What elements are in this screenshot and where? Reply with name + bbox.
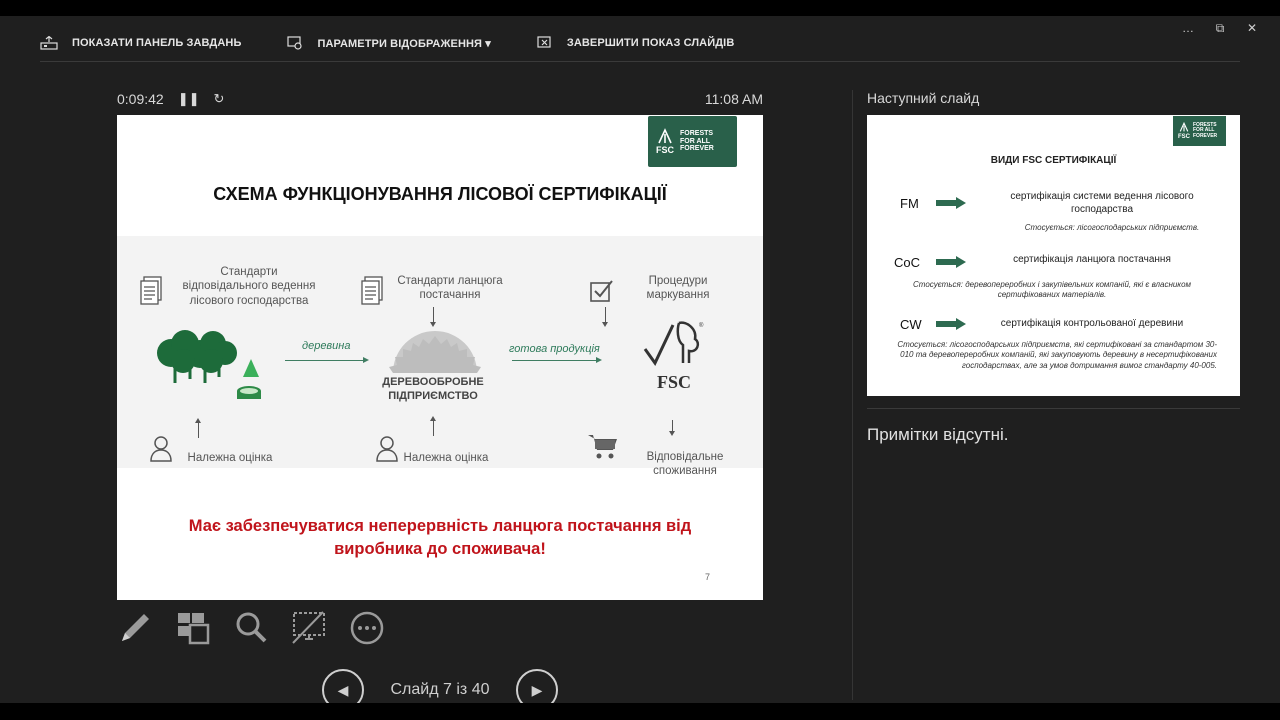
- slide-counter: Слайд 7 із 40: [390, 681, 490, 698]
- cw-arrow-icon: [936, 318, 966, 330]
- arrow2-label: готова продукція: [509, 343, 600, 355]
- certification-diagram: Стандарти відповідального ведення лісово…: [117, 236, 763, 477]
- fm-text: сертифікація системи ведення лісового го…: [1010, 191, 1194, 215]
- panel-divider: [852, 90, 853, 700]
- show-taskbar-label: ПОКАЗАТИ ПАНЕЛЬ ЗАВДАНЬ: [72, 37, 242, 49]
- person-icon: [150, 436, 172, 462]
- fsc-logo: FSC FORESTS FOR ALL FOREVER: [648, 116, 737, 167]
- slide-title: СХЕМА ФУНКЦІОНУВАННЯ ЛІСОВОЇ СЕРТИФІКАЦІ…: [213, 184, 667, 204]
- display-settings-button[interactable]: ПАРАМЕТРИ ВІДОБРАЖЕННЯ ▾: [287, 36, 491, 50]
- logo-word-3: FOREVER: [680, 145, 714, 153]
- display-settings-icon: [287, 36, 303, 50]
- next-fsc-logo-words: FORESTS FOR ALL FOREVER: [1193, 122, 1218, 139]
- document-icon-2: [361, 276, 383, 305]
- notes-divider: [867, 408, 1240, 409]
- down-arrow-1: [430, 307, 436, 327]
- elapsed-timer: 0:09:42: [117, 91, 164, 107]
- clock: 11:08 AM: [704, 91, 763, 107]
- toolbar-divider: [40, 61, 1240, 62]
- logo-word-1: FORESTS: [680, 130, 714, 138]
- presenter-tools: [117, 610, 407, 646]
- shopping-cart-icon: [588, 435, 617, 459]
- arrow1-label: деревина: [302, 340, 351, 352]
- cw-text: сертифікація контрольованої деревини: [1000, 318, 1184, 329]
- next-slide-heading: Наступний слайд: [867, 90, 980, 106]
- person-icon-2: [376, 436, 398, 462]
- fsc-logo-words: FORESTS FOR ALL FOREVER: [680, 130, 714, 152]
- pen-icon[interactable]: [117, 610, 153, 646]
- svg-text:®: ®: [699, 322, 704, 329]
- evaluation-1: Належна оцінка: [187, 452, 273, 464]
- next-fsc-logo-mark: FSC: [1178, 134, 1190, 140]
- coc-note: Стосується: деревопереробних і закупівел…: [912, 280, 1192, 300]
- up-arrow-1: [195, 418, 201, 438]
- reset-icon[interactable]: ↻: [214, 91, 225, 107]
- bottom-black-bar: [0, 703, 1280, 720]
- next-slide-title: ВИДИ FSC СЕРТИФІКАЦІЇ: [990, 155, 1117, 166]
- black-screen-icon[interactable]: [291, 610, 327, 646]
- fsc-logo-mark: FSC: [656, 145, 674, 155]
- speaker-notes: Примітки відсутні.: [867, 425, 1009, 444]
- logo-word-2: FOR ALL: [680, 137, 711, 145]
- presenter-toolbar: ПОКАЗАТИ ПАНЕЛЬ ЗАВДАНЬ ПАРАМЕТРИ ВІДОБР…: [40, 30, 780, 56]
- coc-text: сертифікація ланцюга постачання: [1013, 254, 1171, 265]
- checkbox-icon: [590, 280, 613, 302]
- next-arrow-icon: ▶: [531, 681, 543, 698]
- col2-standards: Стандарти ланцюга постачання: [397, 275, 503, 302]
- document-icon: [140, 276, 162, 305]
- top-black-bar: [0, 0, 1280, 16]
- up-arrow-2: [430, 416, 436, 436]
- next-logo-word-3: FOREVER: [1193, 132, 1218, 139]
- col3-procedures: Процедури маркування: [646, 275, 710, 302]
- enterprise-label: ДЕРЕВООБРОБНЕ ПІДПРИЄМСТВО: [382, 376, 484, 402]
- fsc-tree-mark: FSC: [656, 128, 674, 155]
- restore-button[interactable]: ⧉: [1204, 18, 1236, 38]
- conclusion-line-1: Має забезпечуватися неперервність ланцюг…: [188, 517, 692, 535]
- slide-number: 7: [705, 572, 711, 582]
- display-settings-label: ПАРАМЕТРИ ВІДОБРАЖЕННЯ ▾: [317, 37, 491, 50]
- responsible-consumption: Відповідальне споживання: [646, 451, 724, 478]
- taskbar-icon: [40, 36, 58, 50]
- more-icon[interactable]: [349, 610, 385, 646]
- coc-arrow-icon: [936, 256, 966, 268]
- zoom-icon[interactable]: [233, 610, 269, 646]
- cw-note: Стосується: лісогосподарських підприємст…: [897, 340, 1217, 370]
- fsc-checktree-icon: ®: [643, 321, 704, 366]
- product-arrow: [512, 357, 602, 363]
- conclusion-line-2: виробника до споживача!: [334, 540, 546, 559]
- close-button[interactable]: ✕: [1236, 18, 1268, 38]
- col1-standards: Стандарти відповідального ведення лісово…: [182, 266, 316, 307]
- end-show-button[interactable]: ЗАВЕРШИТИ ПОКАЗ СЛАЙДІВ: [537, 36, 735, 50]
- next-fsc-logo: FSC FORESTS FOR ALL FOREVER: [1173, 116, 1226, 146]
- end-show-icon: [537, 36, 551, 48]
- current-slide: FSC FORESTS FOR ALL FOREVER СХЕМА ФУНКЦІ…: [117, 115, 763, 600]
- minimize-button[interactable]: …: [1172, 18, 1204, 38]
- prev-arrow-icon: ◀: [337, 681, 349, 698]
- evaluation-2: Належна оцінка: [403, 452, 489, 464]
- fm-note: Стосується: лісогосподарських підприємст…: [1024, 223, 1200, 232]
- timer-row: 0:09:42 ❚❚ ↻ 11:08 AM: [117, 90, 763, 108]
- timber-arrow: [285, 357, 369, 363]
- show-taskbar-button[interactable]: ПОКАЗАТИ ПАНЕЛЬ ЗАВДАНЬ: [40, 36, 241, 50]
- fm-abbr: FM: [900, 196, 919, 211]
- next-slide-preview[interactable]: FSC FORESTS FOR ALL FOREVER ВИДИ FSC СЕР…: [867, 115, 1240, 396]
- down-arrow-3: [669, 420, 675, 436]
- pause-icon[interactable]: ❚❚: [178, 91, 200, 107]
- cw-abbr: CW: [900, 317, 922, 332]
- fm-arrow-icon: [936, 197, 966, 209]
- coc-abbr: CoC: [894, 255, 921, 270]
- window-controls: … ⧉ ✕: [1172, 18, 1268, 38]
- slide-conclusion: Має забезпечуватися неперервність ланцюг…: [117, 515, 763, 561]
- next-fsc-tree-mark: FSC: [1178, 121, 1190, 140]
- slides-grid-icon[interactable]: [175, 610, 211, 646]
- end-show-label: ЗАВЕРШИТИ ПОКАЗ СЛАЙДІВ: [566, 37, 735, 49]
- saw-blade-icon: [389, 331, 481, 373]
- forest-icon: [157, 330, 261, 399]
- fsc-label: FSC: [656, 372, 691, 392]
- down-arrow-2: [602, 307, 608, 327]
